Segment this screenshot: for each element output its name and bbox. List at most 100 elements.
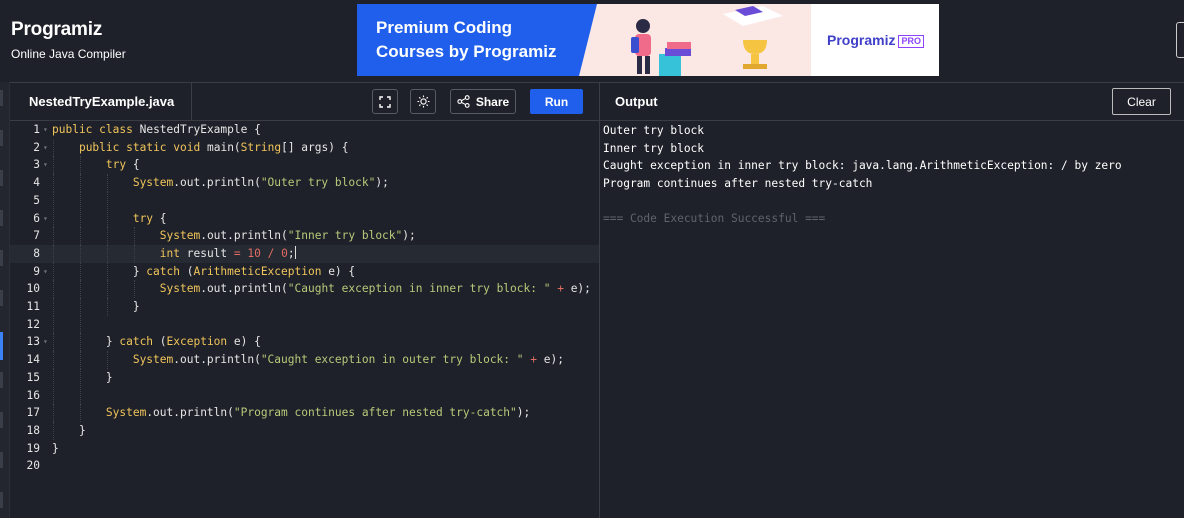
code-line: 10 System.out.println("Caught exception …: [10, 280, 599, 298]
fold-arrow-icon[interactable]: ▾: [43, 333, 48, 351]
sidebar-item[interactable]: [0, 452, 3, 468]
pro-badge: PRO: [898, 35, 924, 48]
code-line: 16: [10, 386, 599, 405]
code-text: System.out.println("Outer try block");: [132, 176, 389, 190]
execution-status: === Code Execution Successful ===: [603, 211, 826, 225]
line-number: 14: [26, 353, 40, 367]
ad-brand-logo: Programiz PRO: [827, 32, 924, 48]
share-button[interactable]: Share: [450, 89, 516, 114]
output-line: Outer try block: [603, 124, 705, 137]
fold-arrow-icon[interactable]: ▾: [43, 139, 48, 157]
line-number: 20: [26, 459, 40, 473]
code-line: 14 System.out.println("Caught exception …: [10, 351, 599, 369]
theme-toggle-button[interactable]: [410, 89, 436, 114]
code-line: 11 }: [10, 298, 599, 316]
line-number: 1: [33, 123, 40, 136]
fold-arrow-icon[interactable]: ▾: [43, 156, 48, 174]
line-number: 9: [33, 264, 40, 278]
page-subtitle: Online Java Compiler: [11, 47, 126, 61]
code-text: try {: [105, 158, 140, 172]
fullscreen-icon: [379, 95, 391, 108]
line-number: 8: [33, 246, 40, 260]
line-number: 12: [26, 317, 40, 331]
header: Programiz Online Java Compiler Premium C…: [0, 0, 1184, 82]
sidebar-item[interactable]: [0, 372, 3, 388]
fold-arrow-icon[interactable]: ▾: [43, 210, 48, 228]
code-line: 3 ▾ try {: [10, 156, 599, 175]
run-button[interactable]: Run: [530, 89, 583, 114]
code-text: }: [52, 441, 59, 455]
code-line: 19}: [10, 440, 599, 458]
line-number: 4: [33, 176, 40, 190]
language-sidebar: [0, 82, 10, 518]
code-text: } catch (Exception e) {: [52, 335, 261, 349]
line-number: 16: [26, 388, 40, 402]
line-number: 6: [33, 211, 40, 225]
output-line: Inner try block: [603, 141, 705, 155]
sidebar-item[interactable]: [0, 130, 3, 146]
code-line: 17 System.out.println("Program continues…: [10, 404, 599, 422]
code-line: 15 }: [10, 368, 599, 387]
share-icon: [457, 95, 470, 108]
sun-icon: [416, 95, 430, 108]
code-line: 7 System.out.println("Inner try block");: [10, 227, 599, 245]
code-text: int result = 10 / 0;: [159, 245, 296, 260]
line-number: 3: [33, 158, 40, 172]
code-text: public static void main(String[] args) {: [78, 140, 349, 154]
code-line-active: 8 int result = 10 / 0;: [10, 244, 599, 263]
fold-arrow-icon[interactable]: ▾: [43, 121, 48, 139]
code-line: 5: [10, 191, 599, 210]
sidebar-item[interactable]: [0, 492, 3, 508]
sidebar-item[interactable]: [0, 290, 3, 306]
sidebar-item[interactable]: [0, 412, 3, 428]
code-text: try {: [132, 211, 167, 225]
programiz-logo[interactable]: Programiz: [11, 19, 102, 41]
ad-banner[interactable]: Premium Coding Courses by Programiz Prog…: [357, 4, 939, 76]
code-line: 12: [10, 315, 599, 334]
line-number: 13: [26, 335, 40, 349]
code-line: 9 ▾ } catch (ArithmeticException e) {: [10, 262, 599, 281]
code-text: public class NestedTryExample {: [52, 123, 261, 136]
code-text: System.out.println("Caught exception in …: [159, 282, 591, 296]
sidebar-item-active[interactable]: [0, 332, 3, 360]
code-text: }: [52, 423, 86, 437]
ad-headline-line1: Premium Coding: [376, 18, 513, 37]
clear-button[interactable]: Clear: [1112, 88, 1171, 115]
sidebar-item[interactable]: [0, 90, 3, 106]
line-number: 17: [26, 406, 40, 420]
text-cursor: [294, 245, 296, 259]
code-line: 18 }: [10, 421, 599, 440]
sidebar-item[interactable]: [0, 170, 3, 186]
fold-arrow-icon[interactable]: ▾: [43, 263, 48, 281]
line-number: 7: [33, 229, 40, 243]
code-text: System.out.println("Caught exception in …: [132, 353, 564, 367]
ad-illustration-icon: [631, 6, 783, 76]
code-text: System.out.println("Program continues af…: [105, 406, 531, 420]
code-line: 1 ▾ public class NestedTryExample {: [10, 121, 599, 139]
sidebar-item[interactable]: [0, 210, 3, 226]
output-toolbar: Output Clear: [600, 82, 1184, 120]
sidebar-item[interactable]: [0, 250, 3, 266]
code-editor[interactable]: 1 ▾ public class NestedTryExample { 2 ▾ pub…: [10, 120, 599, 518]
file-tab[interactable]: NestedTryExample.java: [10, 83, 192, 121]
code-text: }: [52, 300, 140, 313]
header-menu-button[interactable]: [1176, 22, 1184, 58]
code-text: }: [52, 370, 113, 384]
output-title: Output: [615, 94, 658, 109]
ad-headline: Premium Coding Courses by Programiz: [376, 16, 556, 64]
output-line: Program continues after nested try-catch: [603, 176, 873, 190]
editor-toolbar: NestedTryExample.java Share Run: [10, 82, 599, 121]
code-text: } catch (ArithmeticException e) {: [52, 264, 356, 278]
line-number: 10: [26, 282, 40, 296]
fullscreen-button[interactable]: [372, 89, 398, 114]
code-line: 13 ▾ } catch (Exception e) {: [10, 333, 599, 352]
line-number: 18: [26, 423, 40, 437]
code-line: 20: [10, 457, 599, 475]
output-console[interactable]: Outer try block Inner try block Caught e…: [600, 120, 1184, 518]
ad-brand-panel: Programiz PRO: [811, 4, 939, 76]
ad-brand-name: Programiz: [827, 32, 896, 48]
share-label: Share: [475, 94, 510, 109]
code-line: 4 System.out.println("Outer try block");: [10, 174, 599, 192]
code-line: 2 ▾ public static void main(String[] args…: [10, 138, 599, 157]
line-number: 15: [26, 370, 40, 384]
